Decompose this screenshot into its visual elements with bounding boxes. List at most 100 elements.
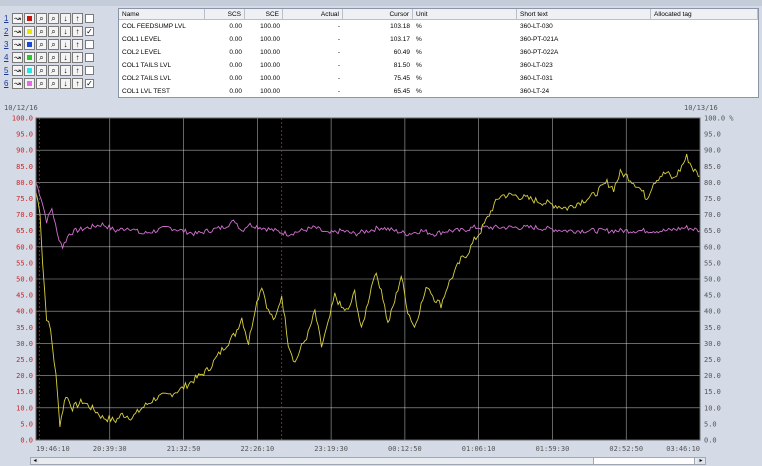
right-axis-tick: 100.0 %	[704, 115, 734, 123]
zoom-out-icon[interactable]: ⌕	[48, 78, 59, 89]
left-axis-tick: 5.0	[20, 420, 33, 428]
pen-visible-checkbox[interactable]	[85, 40, 94, 49]
move-down-icon[interactable]: ↓	[60, 65, 71, 76]
pen-color-button[interactable]	[24, 65, 35, 76]
pen-number[interactable]: 4	[4, 53, 12, 62]
pen-visible-checkbox[interactable]	[85, 53, 94, 62]
scroll-left-arrow[interactable]: ◂	[31, 458, 39, 464]
trend-style-button[interactable]: ↝	[12, 52, 23, 63]
pen-color-button[interactable]	[24, 52, 35, 63]
trend-style-button[interactable]: ↝	[12, 65, 23, 76]
pen-visible-checkbox[interactable]: ✓	[85, 27, 94, 36]
pen-visible-checkbox[interactable]	[85, 14, 94, 23]
left-axis-tick: 10.0	[16, 404, 33, 412]
cell-short-text: 360-LT-030	[520, 23, 553, 30]
trend-style-button[interactable]: ↝	[12, 39, 23, 50]
pen-number[interactable]: 5	[4, 66, 12, 75]
table-row[interactable]: COL1 LEVEL 0.00 100.00 - 103.17% 360-PT-021A	[119, 33, 758, 46]
move-down-icon[interactable]: ↓	[60, 78, 71, 89]
zoom-out-icon[interactable]: ⌕	[48, 52, 59, 63]
left-axis-tick: 85.0	[16, 163, 33, 171]
right-axis-tick: 80.0	[704, 179, 721, 187]
pen-color-button[interactable]	[24, 13, 35, 24]
trend-style-button[interactable]: ↝	[12, 78, 23, 89]
right-axis-tick: 10.0	[704, 404, 721, 412]
right-axis-tick: 50.0	[704, 276, 721, 284]
trend-style-button[interactable]: ↝	[12, 26, 23, 37]
time-scrollbar[interactable]: ◂ ▸	[30, 457, 706, 465]
move-up-icon[interactable]: ↑	[72, 52, 83, 63]
left-axis-tick: 55.0	[16, 259, 33, 267]
pen-color-swatch	[27, 55, 32, 60]
cell-scs: 0.00	[229, 75, 242, 82]
zoom-in-icon[interactable]: ⌕	[36, 39, 47, 50]
pen-visible-checkbox[interactable]: ✓	[85, 79, 94, 88]
table-row[interactable]: COL FEEDSUMP LVL 0.00 100.00 - 103.18% 360-LT…	[119, 20, 758, 33]
zoom-out-icon[interactable]: ⌕	[48, 13, 59, 24]
x-axis-tick: 22:26:10	[240, 445, 274, 453]
move-down-icon[interactable]: ↓	[60, 52, 71, 63]
col-header-allocated-tag[interactable]: Allocated tag	[651, 9, 758, 20]
pen-number[interactable]: 2	[4, 27, 12, 36]
pen-color-swatch	[27, 42, 32, 47]
table-row[interactable]: COL1 LVL TEST 0.00 100.00 - 65.45% 360-LT-24	[119, 85, 758, 98]
pen-color-button[interactable]	[24, 26, 35, 37]
left-axis-tick: 60.0	[16, 243, 33, 251]
zoom-out-icon[interactable]: ⌕	[48, 39, 59, 50]
col-header-unit[interactable]: Unit	[413, 9, 517, 20]
col-header-name[interactable]: Name	[119, 9, 205, 20]
trend-style-button[interactable]: ↝	[12, 13, 23, 24]
left-axis-tick: 80.0	[16, 179, 33, 187]
cell-allocated-tag	[651, 20, 758, 33]
col-header-sce[interactable]: SCE	[245, 9, 283, 20]
cell-sce: 100.00	[260, 62, 280, 69]
move-up-icon[interactable]: ↑	[72, 78, 83, 89]
col-header-actual[interactable]: Actual	[283, 9, 343, 20]
left-axis-tick: 75.0	[16, 195, 33, 203]
table-row[interactable]: COL2 TAILS LVL 0.00 100.00 - 75.45% 360-LT-03…	[119, 72, 758, 85]
right-axis-tick: 70.0	[704, 211, 721, 219]
cell-allocated-tag	[651, 85, 758, 98]
cell-name: COL2 TAILS LVL	[122, 75, 172, 82]
col-header-cursor[interactable]: Cursor	[343, 9, 413, 20]
move-up-icon[interactable]: ↑	[72, 39, 83, 50]
pen-number[interactable]: 3	[4, 40, 12, 49]
left-axis-tick: 95.0	[16, 131, 33, 139]
scroll-right-arrow[interactable]: ▸	[697, 458, 705, 464]
x-axis-tick: 01:59:30	[536, 445, 570, 453]
table-row[interactable]: COL2 LEVEL 0.00 100.00 - 60.49% 360-PT-022A	[119, 46, 758, 59]
move-down-icon[interactable]: ↓	[60, 26, 71, 37]
zoom-out-icon[interactable]: ⌕	[48, 26, 59, 37]
move-up-icon[interactable]: ↑	[72, 65, 83, 76]
trend-chart[interactable]: 100.0 95.0 90.0 85.0 80.0 75.0 70.0 65.0 60.0 55.…	[0, 100, 762, 460]
col-header-scs[interactable]: SCS	[205, 9, 245, 20]
table-row[interactable]: COL1 TAILS LVL 0.00 100.00 - 81.50% 360-LT-02…	[119, 59, 758, 72]
pen-row: 2 ↝ ⌕ ⌕ ↓ ↑ ✓	[2, 26, 116, 39]
title-strip	[0, 0, 762, 6]
pen-color-button[interactable]	[24, 39, 35, 50]
move-down-icon[interactable]: ↓	[60, 13, 71, 24]
move-up-icon[interactable]: ↑	[72, 26, 83, 37]
pen-number[interactable]: 1	[4, 14, 12, 23]
zoom-out-icon[interactable]: ⌕	[48, 65, 59, 76]
right-axis-tick: 95.0	[704, 131, 721, 139]
cell-short-text: 360-LT-031	[520, 75, 553, 82]
pen-color-button[interactable]	[24, 78, 35, 89]
pen-visible-checkbox[interactable]	[85, 66, 94, 75]
right-axis-tick: 0.0	[704, 437, 717, 445]
move-down-icon[interactable]: ↓	[60, 39, 71, 50]
zoom-in-icon[interactable]: ⌕	[36, 78, 47, 89]
zoom-in-icon[interactable]: ⌕	[36, 65, 47, 76]
right-axis-tick: 25.0	[704, 356, 721, 364]
scroll-thumb[interactable]	[593, 458, 695, 464]
left-axis-tick: 45.0	[16, 292, 33, 300]
col-header-short-text[interactable]: Short text	[517, 9, 651, 20]
move-up-icon[interactable]: ↑	[72, 13, 83, 24]
pen-number[interactable]: 6	[4, 79, 12, 88]
zoom-in-icon[interactable]: ⌕	[36, 13, 47, 24]
x-axis-tick: 23:19:30	[314, 445, 348, 453]
zoom-in-icon[interactable]: ⌕	[36, 26, 47, 37]
cell-unit: %	[416, 88, 422, 95]
cell-short-text: 360-LT-023	[520, 62, 553, 69]
zoom-in-icon[interactable]: ⌕	[36, 52, 47, 63]
